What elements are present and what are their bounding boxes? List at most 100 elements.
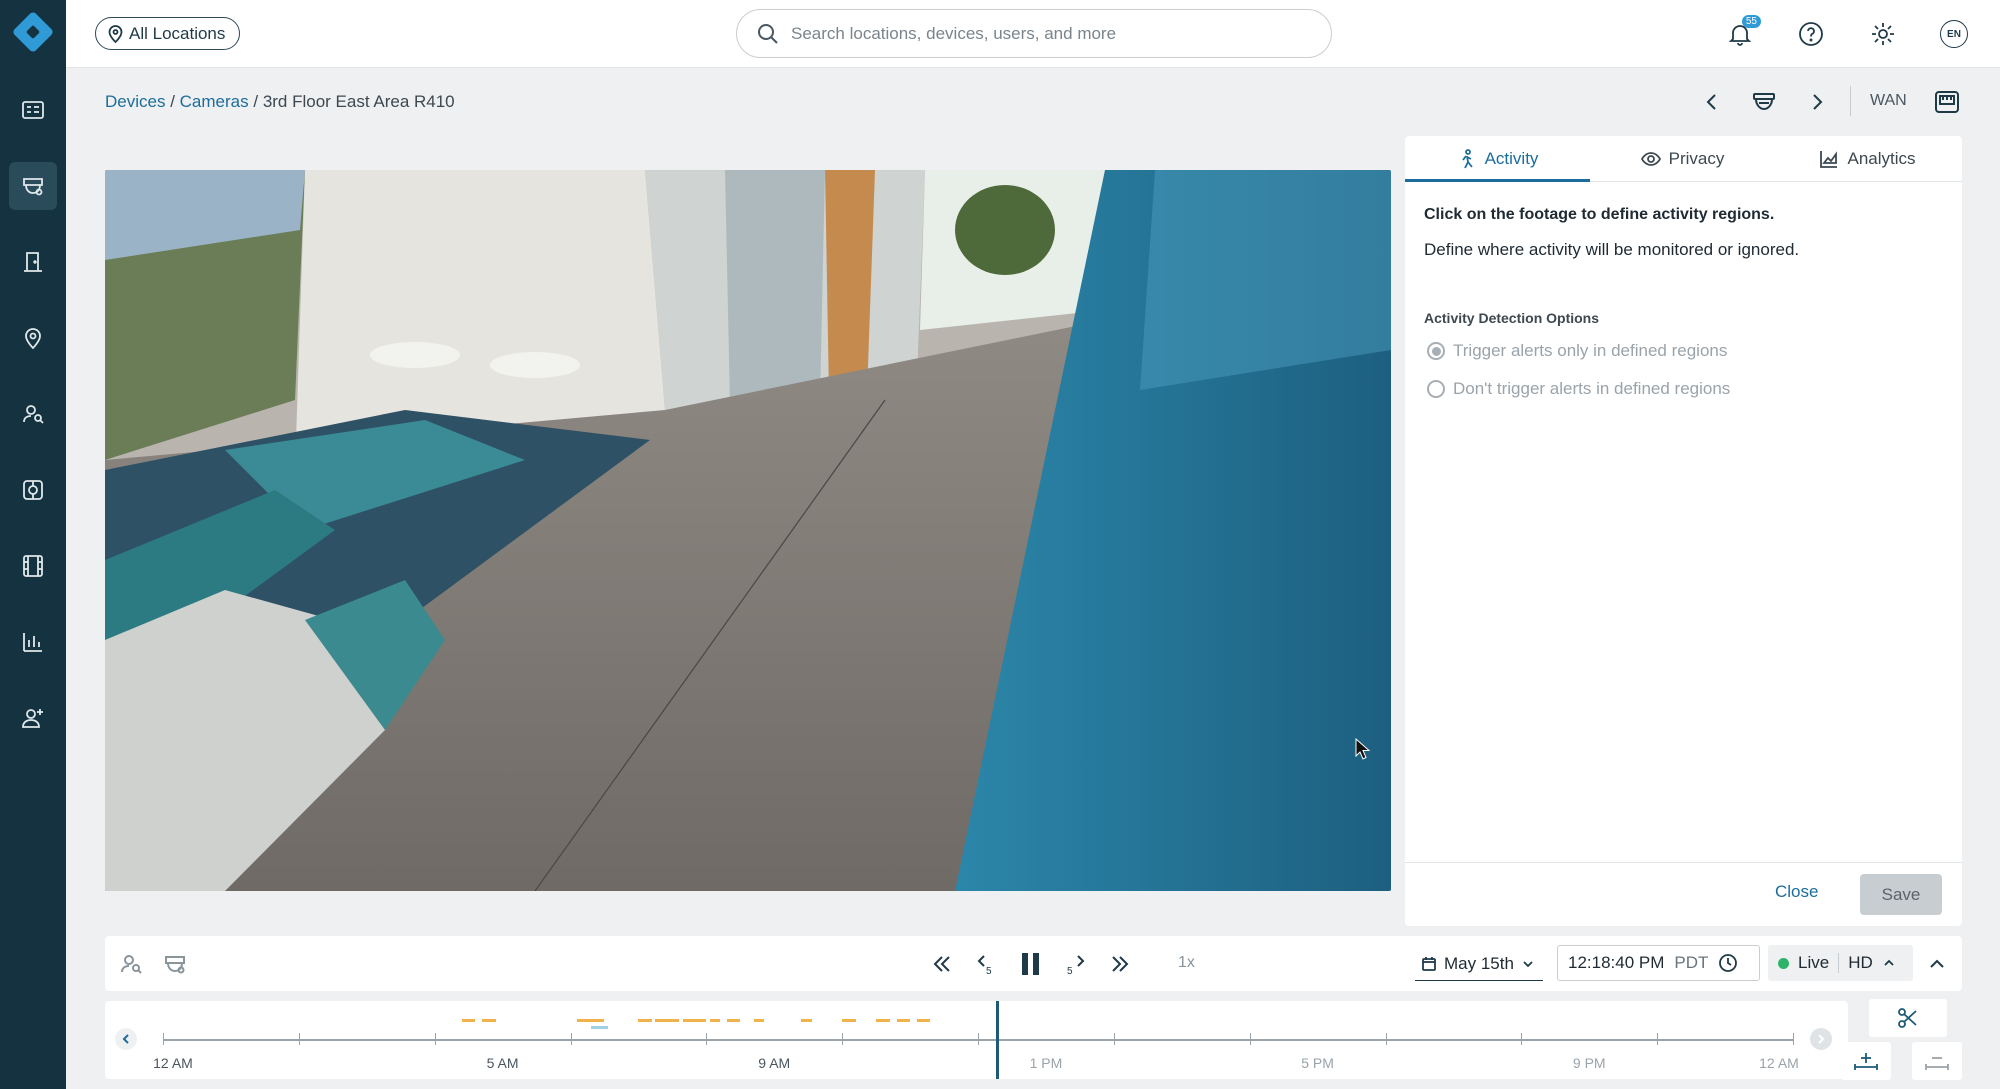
settings-button[interactable] xyxy=(1866,17,1900,51)
motion-event-segment[interactable] xyxy=(682,1019,707,1022)
camera-type-indicator[interactable] xyxy=(1751,86,1777,118)
zoom-in-icon xyxy=(1854,1053,1878,1070)
timeline-tick xyxy=(706,1033,708,1045)
search-input[interactable] xyxy=(791,23,1311,44)
motion-event-segment[interactable] xyxy=(461,1019,476,1022)
quality-label[interactable]: HD xyxy=(1848,953,1873,973)
door-icon[interactable] xyxy=(9,238,57,286)
person-search-toggle[interactable] xyxy=(117,950,145,978)
skip-back-5-button[interactable]: 5 xyxy=(972,950,1000,978)
notifications-button[interactable]: 55 xyxy=(1723,15,1761,51)
timeline-tick xyxy=(1385,1033,1387,1045)
date-picker[interactable]: May 15th xyxy=(1415,947,1543,981)
save-button[interactable]: Save xyxy=(1860,874,1942,915)
panel-description: Define where activity will be monitored … xyxy=(1424,240,1800,259)
zoom-out-icon xyxy=(1925,1057,1949,1070)
app-logo[interactable] xyxy=(11,10,55,54)
motion-event-segment[interactable] xyxy=(577,1019,605,1022)
motion-event-segment[interactable] xyxy=(726,1019,741,1022)
motion-event-segment[interactable] xyxy=(896,1019,911,1022)
option-trigger-only-in-regions[interactable]: Trigger alerts only in defined regions xyxy=(1427,341,1727,361)
timeline-tick xyxy=(1793,1033,1794,1045)
tab-activity[interactable]: Activity xyxy=(1405,136,1590,182)
scissors-icon xyxy=(1898,1008,1917,1028)
chevron-up-icon[interactable] xyxy=(1882,956,1896,970)
camera-video-feed[interactable] xyxy=(105,170,1391,891)
ai-chip-icon[interactable] xyxy=(9,466,57,514)
motion-event-segment[interactable] xyxy=(709,1019,720,1022)
pause-button[interactable] xyxy=(1017,950,1045,978)
timeline-tick xyxy=(163,1033,164,1045)
area-chart-icon xyxy=(1820,150,1838,168)
next-camera-button[interactable] xyxy=(1807,86,1827,118)
skip-forward-5-button[interactable]: 5 xyxy=(1062,950,1090,978)
breadcrumb-devices[interactable]: Devices xyxy=(105,92,165,111)
svg-text:5: 5 xyxy=(1067,966,1073,976)
breadcrumb: Devices / Cameras / 3rd Floor East Area … xyxy=(105,92,455,112)
motion-event-segment[interactable] xyxy=(876,1019,890,1022)
live-label[interactable]: Live xyxy=(1798,953,1829,973)
person-search-icon[interactable] xyxy=(9,390,57,438)
film-icon[interactable] xyxy=(9,542,57,590)
camera-icon xyxy=(165,956,185,974)
add-user-icon[interactable] xyxy=(9,694,57,742)
bar-chart-icon[interactable] xyxy=(9,618,57,666)
timeline-playhead[interactable] xyxy=(996,1001,999,1079)
option-label: Trigger alerts only in defined regions xyxy=(1453,341,1728,360)
playback-speed[interactable]: 1x xyxy=(1178,954,1195,972)
chevron-left-icon xyxy=(1706,94,1716,110)
dashboard-icon[interactable] xyxy=(9,86,57,134)
tab-privacy[interactable]: Privacy xyxy=(1590,136,1775,181)
live-quality-control[interactable]: Live HD xyxy=(1768,945,1913,981)
motion-event-segment[interactable] xyxy=(638,1019,652,1022)
chevron-right-icon xyxy=(1818,1034,1825,1044)
motion-event-segment[interactable] xyxy=(655,1019,680,1022)
playback-controls: 5 5 1x May 15th 12:18:40 PM PDT Live HD xyxy=(105,936,1962,991)
zoom-in-timeline-button[interactable] xyxy=(1841,1042,1891,1080)
chevron-down-icon xyxy=(1523,960,1533,967)
all-locations-label: All Locations xyxy=(129,23,226,43)
person-event-segment[interactable] xyxy=(590,1026,608,1029)
camera-toggle[interactable] xyxy=(161,950,189,978)
zoom-out-timeline-button[interactable] xyxy=(1912,1042,1962,1080)
motion-event-segment[interactable] xyxy=(801,1019,812,1022)
timeline-next-button[interactable] xyxy=(1810,1028,1832,1050)
language-button[interactable]: EN xyxy=(1940,20,1968,48)
top-bar: All Locations 55 EN xyxy=(66,0,2000,68)
help-button[interactable] xyxy=(1794,17,1828,51)
breadcrumb-cameras[interactable]: Cameras xyxy=(180,92,249,111)
close-button[interactable]: Close xyxy=(1775,882,1818,902)
time-input[interactable]: 12:18:40 PM PDT xyxy=(1557,945,1760,981)
rewind-button[interactable] xyxy=(928,950,956,978)
radio-button-checked[interactable] xyxy=(1427,342,1445,360)
fast-forward-button[interactable] xyxy=(1106,950,1134,978)
timeline-tick xyxy=(978,1033,979,1045)
chevron-up-icon xyxy=(1930,959,1944,968)
motion-event-segment[interactable] xyxy=(482,1019,496,1022)
chevron-right-icon xyxy=(1813,94,1823,110)
collapse-timeline-button[interactable] xyxy=(1923,950,1951,978)
recording-timeline[interactable]: 12 AM 5 AM 9 AM 1 PM 5 PM 9 PM 12 AM xyxy=(105,1001,1848,1079)
timeline-tick xyxy=(1657,1033,1659,1045)
divider xyxy=(1850,86,1851,116)
radio-button[interactable] xyxy=(1427,380,1445,398)
global-search[interactable] xyxy=(736,9,1332,58)
previous-camera-button[interactable] xyxy=(1702,86,1722,118)
clip-button[interactable] xyxy=(1869,999,1947,1037)
timeline-tick xyxy=(1249,1033,1251,1045)
all-locations-button[interactable]: All Locations xyxy=(95,17,241,50)
gear-icon xyxy=(1872,23,1894,45)
timeline-tick-label: 9 PM xyxy=(1572,1055,1606,1071)
timeline-tick-label: 5 PM xyxy=(1301,1055,1334,1071)
tab-analytics[interactable]: Analytics xyxy=(1775,136,1960,181)
motion-event-segment[interactable] xyxy=(753,1019,765,1022)
motion-event-segment[interactable] xyxy=(842,1019,856,1022)
location-pin-icon[interactable] xyxy=(9,314,57,362)
tab-activity-label: Activity xyxy=(1484,148,1539,168)
motion-event-segment[interactable] xyxy=(916,1019,931,1022)
option-no-trigger-in-regions[interactable]: Don't trigger alerts in defined regions xyxy=(1427,379,1730,399)
camera-icon[interactable] xyxy=(9,162,57,210)
timeline-prev-button[interactable] xyxy=(115,1028,137,1050)
tab-privacy-label: Privacy xyxy=(1668,148,1725,168)
calendar-icon xyxy=(1422,956,1436,971)
